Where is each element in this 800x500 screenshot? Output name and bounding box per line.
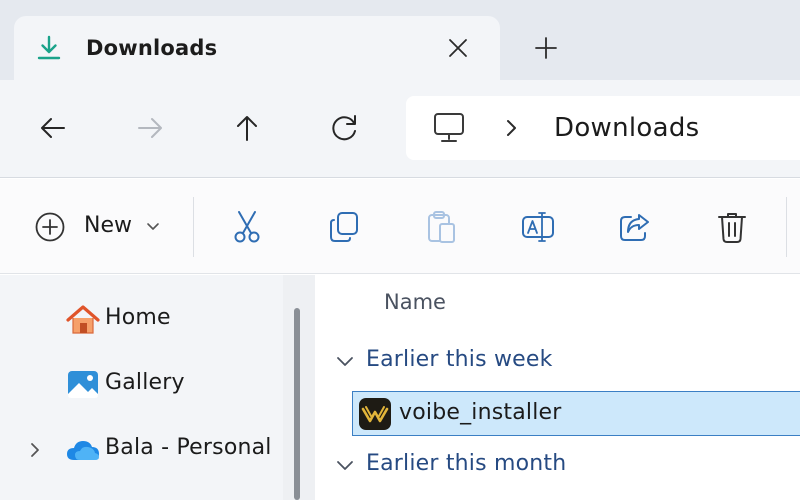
clipboard-icon xyxy=(428,211,455,243)
group-header-earlier-this-week[interactable]: Earlier this week xyxy=(335,345,775,379)
group-label: Earlier this month xyxy=(366,451,567,476)
group-header-earlier-this-month[interactable]: Earlier this month xyxy=(335,449,775,483)
arrow-left-icon[interactable] xyxy=(37,112,69,144)
command-bar: New xyxy=(0,179,800,274)
this-pc-icon[interactable] xyxy=(432,111,466,145)
chevron-down-icon xyxy=(335,459,355,473)
share-button[interactable] xyxy=(617,209,653,245)
command-separator xyxy=(786,197,787,257)
file-row-selected[interactable]: voibe_installer xyxy=(352,391,800,436)
new-button-label: New xyxy=(84,213,132,238)
circle-plus-icon xyxy=(34,211,66,243)
file-list: Name Earlier this week voibe_installer E… xyxy=(315,275,800,500)
nav-pane-scrollbar[interactable] xyxy=(294,308,300,500)
sidebar-item-home[interactable]: Home xyxy=(0,295,283,345)
chevron-right-icon[interactable] xyxy=(502,118,520,138)
address-bar[interactable]: Downloads xyxy=(406,96,800,160)
sidebar-item-label: Home xyxy=(105,305,171,330)
chevron-down-icon xyxy=(146,221,160,233)
gallery-icon xyxy=(66,369,100,401)
rename-button[interactable] xyxy=(520,209,556,245)
trash-icon xyxy=(718,213,746,243)
chevron-right-icon[interactable] xyxy=(28,441,42,459)
download-icon xyxy=(36,35,62,61)
tab-downloads[interactable]: Downloads xyxy=(14,16,500,80)
sidebar-item-gallery[interactable]: Gallery xyxy=(0,360,283,410)
new-button[interactable]: New xyxy=(34,209,164,245)
onedrive-cloud-icon xyxy=(66,434,100,466)
home-icon xyxy=(66,304,100,336)
chevron-down-icon xyxy=(335,355,355,369)
sidebar-item-label: Gallery xyxy=(105,370,185,395)
copy-icon xyxy=(330,212,358,242)
arrow-up-icon[interactable] xyxy=(231,112,263,144)
command-separator xyxy=(193,197,194,257)
file-name: voibe_installer xyxy=(399,400,562,425)
arrow-right-icon[interactable] xyxy=(134,112,166,144)
cut-button[interactable] xyxy=(229,209,265,245)
refresh-icon[interactable] xyxy=(329,112,361,144)
new-tab-plus-icon[interactable] xyxy=(534,36,558,60)
share-icon xyxy=(620,214,649,241)
copy-button[interactable] xyxy=(326,209,362,245)
close-icon[interactable] xyxy=(446,36,470,60)
group-label: Earlier this week xyxy=(366,347,553,372)
voibe-app-icon xyxy=(359,398,391,430)
rename-icon xyxy=(522,212,554,242)
delete-button[interactable] xyxy=(714,209,750,245)
tab-title: Downloads xyxy=(86,36,218,60)
scissors-icon xyxy=(234,211,260,243)
tab-strip: Downloads xyxy=(0,0,800,80)
sidebar-item-label: Bala - Personal xyxy=(105,435,272,460)
sidebar-item-onedrive-personal[interactable]: Bala - Personal xyxy=(0,425,283,475)
navigation-pane: Home Gallery Bala - Personal xyxy=(0,275,283,500)
navigation-bar: Downloads xyxy=(0,80,800,178)
paste-button[interactable] xyxy=(423,209,459,245)
breadcrumb-current[interactable]: Downloads xyxy=(554,113,699,143)
column-header-name[interactable]: Name xyxy=(384,290,446,314)
